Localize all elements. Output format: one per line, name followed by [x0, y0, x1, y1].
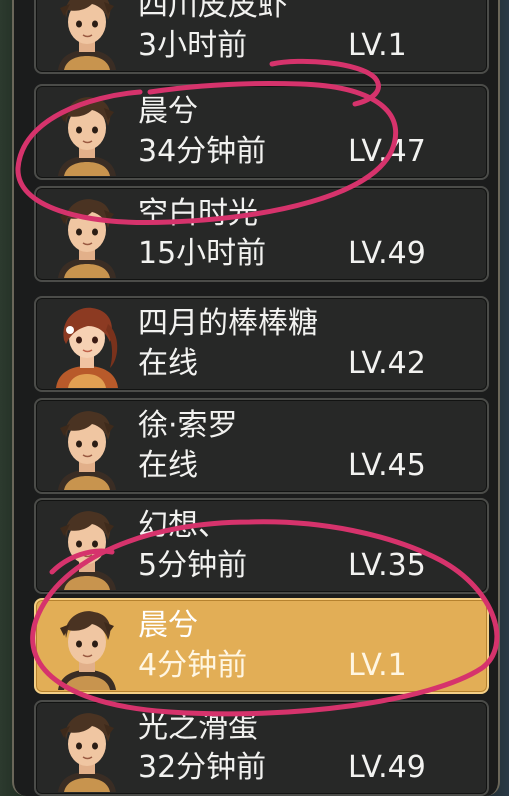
- friend-level: LV.47: [348, 134, 426, 169]
- friend-last-online: 5分钟前: [138, 548, 248, 583]
- friend-list-panel: 四川皮皮虾 3小时前 LV.1 晨兮 34分钟前 LV.47 空白时光 15小时…: [12, 0, 500, 796]
- friend-list[interactable]: 四川皮皮虾 3小时前 LV.1 晨兮 34分钟前 LV.47 空白时光 15小时…: [14, 0, 498, 796]
- friend-name: 幻想、: [138, 508, 228, 543]
- male-avatar-icon: [48, 194, 126, 278]
- friend-level: LV.1: [348, 648, 407, 683]
- friend-level: LV.1: [348, 28, 407, 63]
- friend-row-7-selected[interactable]: 晨兮 4分钟前 LV.1: [34, 598, 489, 694]
- friend-level: LV.45: [348, 448, 426, 483]
- friend-last-online: 3小时前: [138, 28, 248, 63]
- friend-name: 晨兮: [138, 94, 198, 129]
- friend-name: 徐·索罗: [138, 408, 238, 443]
- friend-last-online: 在线: [138, 346, 198, 381]
- male-avatar-icon: [48, 606, 126, 690]
- male-avatar-icon: [48, 406, 126, 490]
- friend-name: 四川皮皮虾: [138, 0, 288, 23]
- female-avatar-icon: [48, 304, 126, 388]
- friend-row-8[interactable]: 光之滑蛋 32分钟前 LV.49: [34, 700, 489, 796]
- friend-name: 空白时光: [138, 196, 258, 231]
- friend-last-online: 32分钟前: [138, 750, 267, 785]
- friend-row-6[interactable]: 幻想、 5分钟前 LV.35: [34, 498, 489, 594]
- friend-name: 晨兮: [138, 608, 198, 643]
- male-avatar-icon: [48, 92, 126, 176]
- friend-level: LV.49: [348, 236, 426, 271]
- friend-last-online: 34分钟前: [138, 134, 267, 169]
- friend-row-1[interactable]: 四川皮皮虾 3小时前 LV.1: [34, 0, 489, 74]
- male-avatar-icon: [48, 708, 126, 792]
- friend-last-online: 4分钟前: [138, 648, 248, 683]
- friend-name: 光之滑蛋: [138, 710, 258, 745]
- friend-level: LV.35: [348, 548, 426, 583]
- friend-last-online: 15小时前: [138, 236, 267, 271]
- friend-level: LV.42: [348, 346, 426, 381]
- friend-row-4[interactable]: 四月的棒棒糖 在线 LV.42: [34, 296, 489, 392]
- male-avatar-icon: [48, 0, 126, 70]
- friend-row-5[interactable]: 徐·索罗 在线 LV.45: [34, 398, 489, 494]
- friend-row-3[interactable]: 空白时光 15小时前 LV.49: [34, 186, 489, 282]
- friend-level: LV.49: [348, 750, 426, 785]
- friend-row-2[interactable]: 晨兮 34分钟前 LV.47: [34, 84, 489, 180]
- friend-last-online: 在线: [138, 448, 198, 483]
- male-avatar-icon: [48, 506, 126, 590]
- friend-name: 四月的棒棒糖: [138, 306, 318, 341]
